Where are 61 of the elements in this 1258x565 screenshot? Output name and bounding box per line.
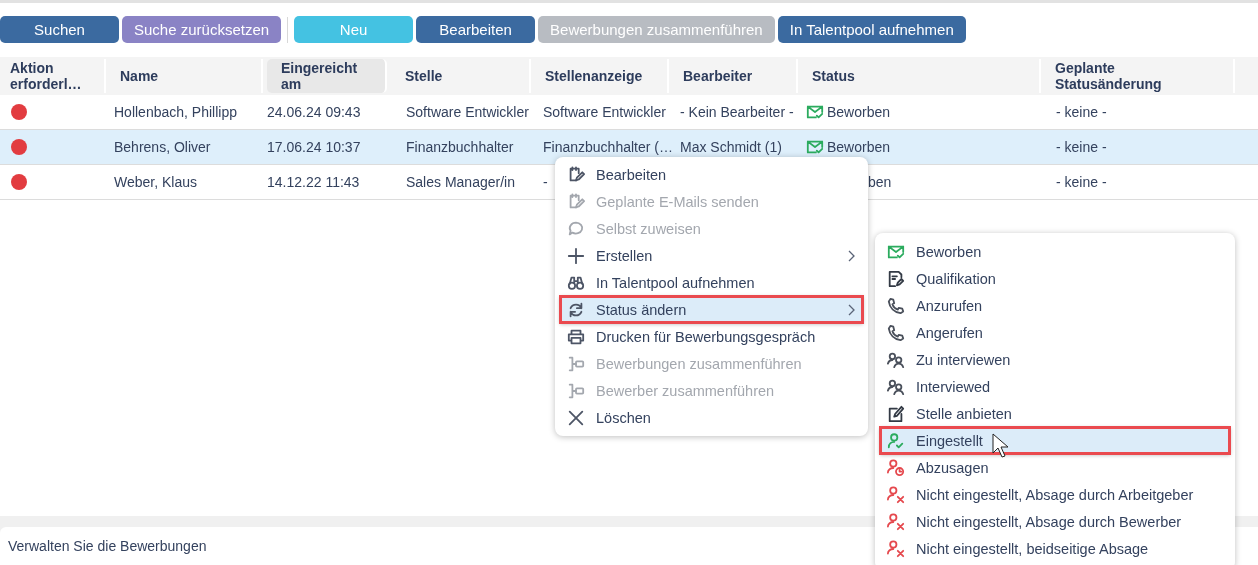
table-cell: - keine - bbox=[1056, 104, 1107, 120]
menu-item[interactable]: Zu interviewen bbox=[875, 346, 1235, 373]
table-cell: Software Entwickler bbox=[543, 104, 666, 120]
menu-item[interactable]: Qualifikation bbox=[875, 265, 1235, 292]
column-header[interactable]: Bearbeiter bbox=[669, 59, 798, 93]
menu-item[interactable]: Angerufen bbox=[875, 319, 1235, 346]
merge-icon bbox=[567, 354, 585, 373]
menu-item[interactable]: Abzusagen bbox=[875, 454, 1235, 481]
table-cell: - keine - bbox=[1056, 174, 1107, 190]
menu-item[interactable]: Nicht eingestellt, Absage durch Arbeitgeber bbox=[875, 481, 1235, 508]
column-header[interactable]: Name bbox=[106, 59, 263, 93]
table-cell: Finanzbuchhalter (… bbox=[543, 139, 673, 155]
plus-icon bbox=[567, 246, 585, 265]
menu-item[interactable]: Löschen bbox=[555, 404, 868, 431]
notepad-pencil-icon bbox=[567, 165, 585, 184]
refresh-icon bbox=[567, 300, 585, 319]
column-header[interactable]: Stelle bbox=[391, 59, 531, 93]
menu-item[interactable]: Erstellen bbox=[555, 242, 868, 269]
envelope-check-icon bbox=[806, 138, 824, 156]
envelope-check-icon bbox=[806, 103, 824, 121]
table-cell: Finanzbuchhalter bbox=[406, 139, 514, 155]
column-header[interactable]: Status bbox=[798, 59, 1041, 93]
footer-text: Verwalten Sie die Bewerbungen bbox=[8, 538, 207, 554]
table-cell: Max Schmidt (1) bbox=[680, 139, 782, 155]
menu-item[interactable]: Nicht eingestellt, beidseitige Absage bbox=[875, 535, 1235, 562]
menu-item[interactable]: In Talentpool aufnehmen bbox=[555, 269, 868, 296]
table-cell: - keine - bbox=[1056, 139, 1107, 155]
table-cell: Beworben bbox=[827, 104, 891, 120]
table-cell: - bbox=[543, 174, 548, 190]
menu-item[interactable]: Drucken für Bewerbungsgespräch bbox=[555, 323, 868, 350]
menu-item[interactable]: Nicht eingestellt, Absage durch Bewerber bbox=[875, 508, 1235, 535]
column-header[interactable]: Eingereicht am bbox=[267, 59, 387, 93]
merge-icon bbox=[567, 381, 585, 400]
table-cell: Beworben bbox=[827, 139, 891, 155]
close-icon bbox=[567, 408, 585, 427]
table-cell: Software Entwickler bbox=[406, 104, 529, 120]
table-cell: 17.06.24 10:37 bbox=[267, 139, 361, 155]
toolbar-button[interactable]: In Talentpool aufnehmen bbox=[777, 16, 966, 43]
menu-item[interactable]: Beworben bbox=[875, 238, 1235, 265]
menu-item[interactable]: Stelle anbieten bbox=[875, 400, 1235, 427]
table-cell: Behrens, Oliver bbox=[114, 139, 211, 155]
table-cell: Sales Manager/in bbox=[406, 174, 515, 190]
table-cell: 14.12.22 11:43 bbox=[267, 174, 360, 190]
printer-icon bbox=[567, 327, 585, 346]
table-cell: Hollenbach, Phillipp bbox=[114, 104, 237, 120]
table-cell: 24.06.24 09:43 bbox=[267, 104, 361, 120]
menu-item[interactable]: Status ändern bbox=[560, 296, 863, 323]
toolbar-button[interactable]: Suchen bbox=[0, 16, 119, 43]
table-cell: - Kein Bearbeiter - bbox=[680, 104, 794, 120]
table-row[interactable]: Behrens, Oliver 17.06.24 10:37 Finanzbuchhalter Finanzbuchhalter (… Max Schmidt (1) Beworben - keine - bbox=[0, 130, 1258, 165]
column-header[interactable]: Geplante Statusänderung bbox=[1041, 59, 1235, 93]
table-cell: Weber, Klaus bbox=[114, 174, 197, 190]
column-header[interactable]: Stellenanzeige bbox=[531, 59, 669, 93]
toolbar-button[interactable]: Bearbeiten bbox=[416, 16, 536, 43]
menu-item[interactable]: Interviewed bbox=[875, 373, 1235, 400]
column-header[interactable]: Aktion erforderl… bbox=[0, 59, 106, 93]
table-cell: ben bbox=[868, 174, 892, 190]
notepad-pencil-icon bbox=[567, 192, 585, 211]
mouse-cursor-icon bbox=[992, 433, 1010, 459]
speech-bubble-icon bbox=[567, 219, 585, 238]
menu-item[interactable]: Anzurufen bbox=[875, 292, 1235, 319]
